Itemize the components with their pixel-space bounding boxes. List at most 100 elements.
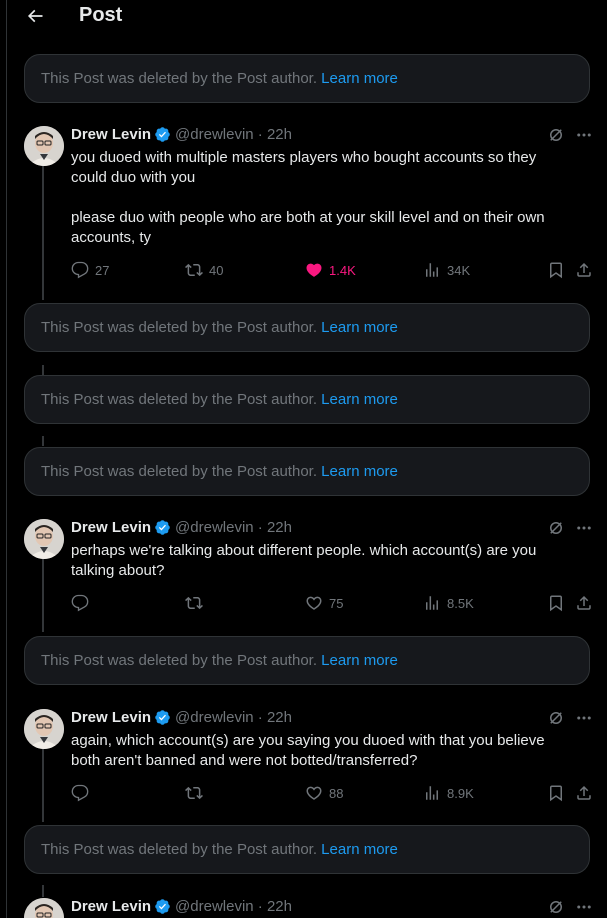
display-name[interactable]: Drew Levin [71, 519, 151, 536]
like-button[interactable]: 75 [305, 594, 343, 612]
verified-badge-icon[interactable] [154, 898, 171, 915]
more-icon[interactable] [575, 126, 593, 144]
bookmark-icon [550, 262, 562, 279]
like-button[interactable]: 88 [305, 784, 343, 802]
avatar[interactable] [24, 519, 64, 559]
tweet-paragraph: perhaps we're talking about different pe… [71, 542, 537, 579]
page-header: Post [7, 0, 607, 34]
thread-line [42, 166, 44, 300]
like-icon [306, 596, 322, 610]
reply-icon [71, 261, 89, 279]
handle[interactable]: @drewlevin [175, 126, 254, 143]
share-button[interactable] [575, 261, 599, 279]
learn-more-link[interactable]: Learn more [321, 841, 398, 858]
share-icon [577, 785, 591, 800]
deleted-post-text: This Post was deleted by the Post author… [41, 70, 317, 87]
deleted-post-notice: This Post was deleted by the Post author… [24, 636, 590, 685]
learn-more-link[interactable]: Learn more [321, 652, 398, 669]
views-button[interactable]: 8.5K [423, 594, 474, 612]
avatar[interactable] [24, 126, 64, 166]
views-button[interactable]: 8.9K [423, 784, 474, 802]
views-icon [426, 263, 438, 277]
like-button[interactable]: 1.4K [305, 261, 356, 279]
reply-icon [71, 784, 89, 802]
display-name[interactable]: Drew Levin [71, 126, 151, 143]
timestamp[interactable]: · 22h [258, 126, 292, 143]
handle[interactable]: @drewlevin [175, 709, 254, 726]
share-icon [577, 262, 591, 277]
more-icon[interactable] [575, 709, 593, 727]
verified-badge-icon[interactable] [154, 519, 171, 536]
bookmark-icon [550, 595, 562, 612]
learn-more-link[interactable]: Learn more [321, 70, 398, 87]
repost-button[interactable]: 40 [185, 261, 223, 279]
thread-line [42, 558, 44, 632]
display-name[interactable]: Drew Levin [71, 898, 151, 915]
repost-icon [185, 786, 203, 800]
timestamp[interactable]: · 22h [258, 709, 292, 726]
bookmark-icon [550, 785, 562, 802]
like-icon [306, 786, 322, 800]
more-icon[interactable] [575, 898, 593, 916]
tweet-paragraph: please duo with people who are both at y… [71, 209, 545, 246]
grok-icon[interactable] [547, 898, 565, 916]
handle[interactable]: @drewlevin [175, 519, 254, 536]
reply-button[interactable] [71, 784, 95, 802]
repost-button[interactable] [185, 594, 209, 612]
repost-button[interactable] [185, 784, 209, 802]
back-arrow-icon[interactable] [25, 6, 45, 26]
share-icon [577, 595, 591, 610]
deleted-post-text: This Post was deleted by the Post author… [41, 319, 317, 336]
deleted-post-text: This Post was deleted by the Post author… [41, 652, 317, 669]
deleted-post-notice: This Post was deleted by the Post author… [24, 54, 590, 103]
tweet-paragraph: you duoed with multiple masters players … [71, 149, 537, 186]
display-name[interactable]: Drew Levin [71, 709, 151, 726]
thread-line [42, 748, 44, 822]
share-button[interactable] [575, 594, 599, 612]
timestamp[interactable]: · 22h [258, 898, 292, 915]
action-bar: 27 40 1.4K 34K [71, 261, 591, 281]
reply-button[interactable]: 27 [71, 261, 109, 279]
action-bar: 75 8.5K [71, 594, 591, 614]
reply-button[interactable] [71, 594, 95, 612]
grok-icon[interactable] [547, 709, 565, 727]
repost-icon [185, 596, 203, 610]
more-icon[interactable] [575, 519, 593, 537]
tweet-paragraph: again, which account(s) are you saying y… [71, 732, 545, 769]
handle[interactable]: @drewlevin [175, 898, 254, 915]
verified-badge-icon[interactable] [154, 709, 171, 726]
deleted-post-text: This Post was deleted by the Post author… [41, 841, 317, 858]
verified-badge-icon[interactable] [154, 126, 171, 143]
grok-icon[interactable] [547, 126, 565, 144]
share-button[interactable] [575, 784, 599, 802]
tweet-text: you duoed with multiple masters players … [71, 148, 571, 248]
tweet-text: again, which account(s) are you saying y… [71, 731, 571, 771]
bookmark-button[interactable] [547, 261, 571, 279]
deleted-post-notice: This Post was deleted by the Post author… [24, 447, 590, 496]
page-title: Post [79, 4, 123, 26]
deleted-post-text: This Post was deleted by the Post author… [41, 463, 317, 480]
repost-icon [185, 263, 203, 277]
deleted-post-notice: This Post was deleted by the Post author… [24, 303, 590, 352]
learn-more-link[interactable]: Learn more [321, 391, 398, 408]
learn-more-link[interactable]: Learn more [321, 463, 398, 480]
bookmark-button[interactable] [547, 784, 571, 802]
tweet-text: perhaps we're talking about different pe… [71, 541, 571, 581]
deleted-post-text: This Post was deleted by the Post author… [41, 391, 317, 408]
like-icon [306, 263, 322, 277]
avatar[interactable] [24, 709, 64, 749]
reply-icon [71, 594, 89, 612]
timestamp[interactable]: · 22h [258, 519, 292, 536]
views-button[interactable]: 34K [423, 261, 470, 279]
grok-icon[interactable] [547, 519, 565, 537]
avatar[interactable] [24, 898, 64, 918]
deleted-post-notice: This Post was deleted by the Post author… [24, 375, 590, 424]
bookmark-button[interactable] [547, 594, 571, 612]
views-icon [426, 786, 438, 800]
views-icon [426, 596, 438, 610]
thread-line [42, 885, 44, 897]
learn-more-link[interactable]: Learn more [321, 319, 398, 336]
post-thread-column: Post This Post was deleted by the Post a… [6, 0, 607, 918]
deleted-post-notice: This Post was deleted by the Post author… [24, 825, 590, 874]
action-bar: 88 8.9K [71, 784, 591, 804]
